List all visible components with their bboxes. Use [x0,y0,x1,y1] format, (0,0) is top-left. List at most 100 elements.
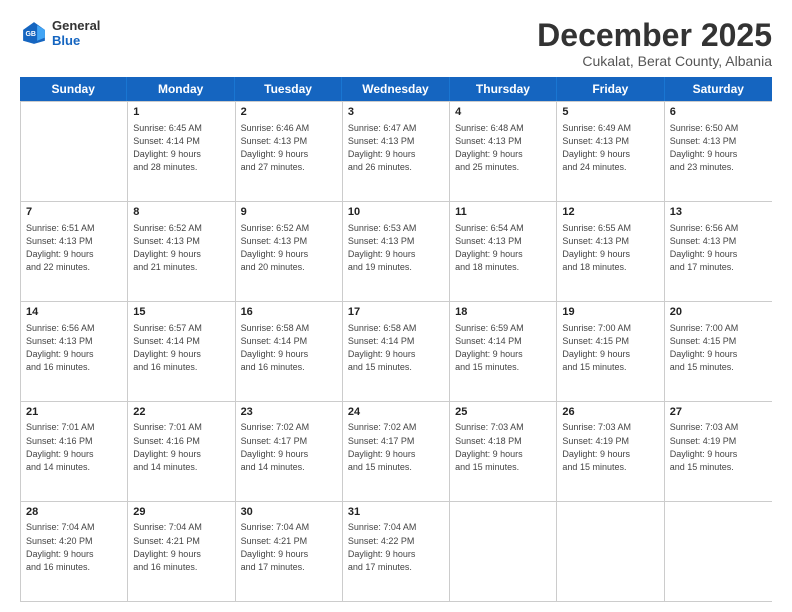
day-number: 9 [241,205,337,220]
cell-info: Sunrise: 6:47 AM Sunset: 4:13 PM Dayligh… [348,122,444,174]
calendar-cell: 1Sunrise: 6:45 AM Sunset: 4:14 PM Daylig… [128,102,235,201]
day-number: 3 [348,105,444,120]
logo: GB General Blue [20,18,100,48]
day-number: 18 [455,305,551,320]
day-number: 20 [670,305,767,320]
calendar-cell: 28Sunrise: 7:04 AM Sunset: 4:20 PM Dayli… [21,502,128,601]
calendar-cell: 21Sunrise: 7:01 AM Sunset: 4:16 PM Dayli… [21,402,128,501]
day-number: 17 [348,305,444,320]
calendar-header-cell: Tuesday [235,77,342,101]
calendar-row: 21Sunrise: 7:01 AM Sunset: 4:16 PM Dayli… [21,401,772,501]
calendar-cell: 20 Sunrise: 7:00 AM Sunset: 4:15 PM Dayli… [665,302,772,401]
calendar-cell: 25Sunrise: 7:03 AM Sunset: 4:18 PM Dayli… [450,402,557,501]
calendar-row: 7 Sunrise: 6:51 AM Sunset: 4:13 PM Daylig… [21,201,772,301]
cell-info: Sunrise: 6:54 AM Sunset: 4:13 PM Dayligh… [455,222,551,274]
cell-info: Sunrise: 6:51 AM Sunset: 4:13 PM Dayligh… [26,222,122,274]
day-number: 10 [348,205,444,220]
calendar-cell [450,502,557,601]
calendar-cell: 12Sunrise: 6:55 AM Sunset: 4:13 PM Dayli… [557,202,664,301]
cell-info: Sunrise: 7:04 AM Sunset: 4:21 PM Dayligh… [133,521,229,573]
cell-info: Sunrise: 6:57 AM Sunset: 4:14 PM Dayligh… [133,322,229,374]
day-number: 8 [133,205,229,220]
calendar-cell: 6 Sunrise: 6:50 AM Sunset: 4:13 PM Daylig… [665,102,772,201]
day-number: 26 [562,405,658,420]
calendar-cell: 30Sunrise: 7:04 AM Sunset: 4:21 PM Dayli… [236,502,343,601]
cell-info: Sunrise: 6:58 AM Sunset: 4:14 PM Dayligh… [348,322,444,374]
calendar-header: SundayMondayTuesdayWednesdayThursdayFrid… [20,77,772,101]
day-number: 28 [26,505,122,520]
cell-info: Sunrise: 7:01 AM Sunset: 4:16 PM Dayligh… [133,421,229,473]
day-number: 7 [26,205,122,220]
calendar-header-cell: Saturday [665,77,772,101]
cell-info: Sunrise: 6:59 AM Sunset: 4:14 PM Dayligh… [455,322,551,374]
page: GB General Blue December 2025 Cukalat, B… [0,0,792,612]
cell-info: Sunrise: 7:04 AM Sunset: 4:21 PM Dayligh… [241,521,337,573]
day-number: 5 [562,105,658,120]
cell-info: Sunrise: 6:50 AM Sunset: 4:13 PM Dayligh… [670,122,767,174]
calendar-cell: 19Sunrise: 7:00 AM Sunset: 4:15 PM Dayli… [557,302,664,401]
calendar-cell: 26Sunrise: 7:03 AM Sunset: 4:19 PM Dayli… [557,402,664,501]
calendar-cell [557,502,664,601]
day-number: 15 [133,305,229,320]
logo-text: General Blue [52,18,100,48]
cell-info: Sunrise: 7:01 AM Sunset: 4:16 PM Dayligh… [26,421,122,473]
logo-icon: GB [20,19,48,47]
calendar-cell [21,102,128,201]
day-number: 6 [670,105,767,120]
cell-info: Sunrise: 7:02 AM Sunset: 4:17 PM Dayligh… [348,421,444,473]
day-number: 16 [241,305,337,320]
calendar-header-cell: Thursday [450,77,557,101]
calendar-cell: 29Sunrise: 7:04 AM Sunset: 4:21 PM Dayli… [128,502,235,601]
day-number: 27 [670,405,767,420]
calendar-header-cell: Sunday [20,77,127,101]
day-number: 30 [241,505,337,520]
day-number: 21 [26,405,122,420]
calendar-body: 1Sunrise: 6:45 AM Sunset: 4:14 PM Daylig… [20,101,772,602]
day-number: 14 [26,305,122,320]
calendar: SundayMondayTuesdayWednesdayThursdayFrid… [20,77,772,602]
calendar-cell: 31Sunrise: 7:04 AM Sunset: 4:22 PM Dayli… [343,502,450,601]
cell-info: Sunrise: 6:45 AM Sunset: 4:14 PM Dayligh… [133,122,229,174]
header: GB General Blue December 2025 Cukalat, B… [20,18,772,69]
title-block: December 2025 Cukalat, Berat County, Alb… [537,18,772,69]
cell-info: Sunrise: 6:48 AM Sunset: 4:13 PM Dayligh… [455,122,551,174]
calendar-cell: 16 Sunrise: 6:58 AM Sunset: 4:14 PM Dayli… [236,302,343,401]
cell-info: Sunrise: 6:58 AM Sunset: 4:14 PM Dayligh… [241,322,337,374]
day-number: 2 [241,105,337,120]
calendar-cell: 11Sunrise: 6:54 AM Sunset: 4:13 PM Dayli… [450,202,557,301]
calendar-header-cell: Monday [127,77,234,101]
calendar-cell: 17 Sunrise: 6:58 AM Sunset: 4:14 PM Dayli… [343,302,450,401]
calendar-cell: 15 Sunrise: 6:57 AM Sunset: 4:14 PM Dayli… [128,302,235,401]
day-number: 31 [348,505,444,520]
calendar-cell: 7 Sunrise: 6:51 AM Sunset: 4:13 PM Daylig… [21,202,128,301]
calendar-cell: 18 Sunrise: 6:59 AM Sunset: 4:14 PM Dayli… [450,302,557,401]
calendar-cell: 9 Sunrise: 6:52 AM Sunset: 4:13 PM Daylig… [236,202,343,301]
cell-info: Sunrise: 7:00 AM Sunset: 4:15 PM Dayligh… [670,322,767,374]
day-number: 12 [562,205,658,220]
cell-info: Sunrise: 6:52 AM Sunset: 4:13 PM Dayligh… [133,222,229,274]
cell-info: Sunrise: 7:04 AM Sunset: 4:22 PM Dayligh… [348,521,444,573]
calendar-cell: 23Sunrise: 7:02 AM Sunset: 4:17 PM Dayli… [236,402,343,501]
day-number: 25 [455,405,551,420]
day-number: 24 [348,405,444,420]
calendar-row: 14Sunrise: 6:56 AM Sunset: 4:13 PM Dayli… [21,301,772,401]
calendar-cell: 4 Sunrise: 6:48 AM Sunset: 4:13 PM Daylig… [450,102,557,201]
cell-info: Sunrise: 6:52 AM Sunset: 4:13 PM Dayligh… [241,222,337,274]
calendar-cell: 2Sunrise: 6:46 AM Sunset: 4:13 PM Daylig… [236,102,343,201]
calendar-cell: 10Sunrise: 6:53 AM Sunset: 4:13 PM Dayli… [343,202,450,301]
calendar-cell: 8 Sunrise: 6:52 AM Sunset: 4:13 PM Daylig… [128,202,235,301]
cell-info: Sunrise: 7:02 AM Sunset: 4:17 PM Dayligh… [241,421,337,473]
calendar-row: 28Sunrise: 7:04 AM Sunset: 4:20 PM Dayli… [21,501,772,601]
day-number: 22 [133,405,229,420]
subtitle: Cukalat, Berat County, Albania [537,53,772,69]
day-number: 23 [241,405,337,420]
cell-info: Sunrise: 7:03 AM Sunset: 4:19 PM Dayligh… [670,421,767,473]
svg-text:GB: GB [25,31,35,38]
calendar-cell [665,502,772,601]
day-number: 13 [670,205,767,220]
calendar-cell: 13Sunrise: 6:56 AM Sunset: 4:13 PM Dayli… [665,202,772,301]
calendar-row: 1Sunrise: 6:45 AM Sunset: 4:14 PM Daylig… [21,101,772,201]
calendar-cell: 27Sunrise: 7:03 AM Sunset: 4:19 PM Dayli… [665,402,772,501]
calendar-cell: 3 Sunrise: 6:47 AM Sunset: 4:13 PM Daylig… [343,102,450,201]
day-number: 4 [455,105,551,120]
